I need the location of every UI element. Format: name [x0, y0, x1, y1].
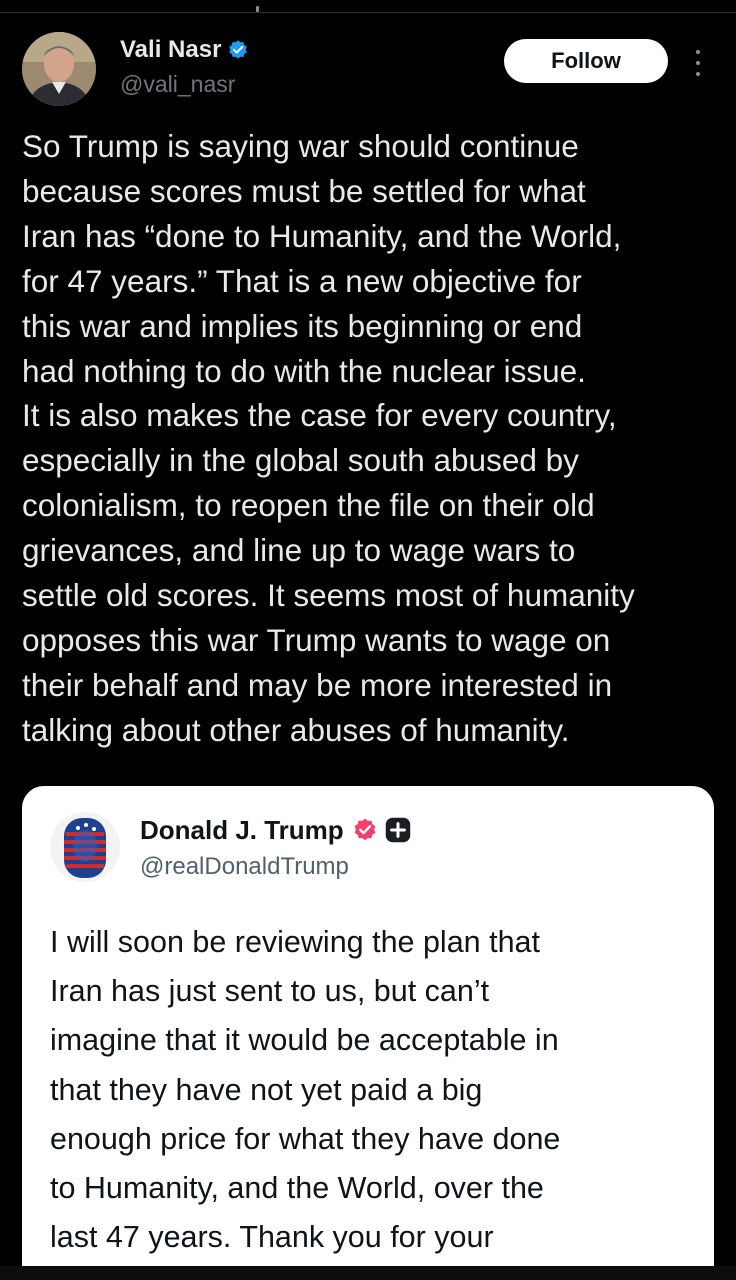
- verified-badge-icon: [229, 40, 248, 59]
- author-handle[interactable]: @vali_nasr: [120, 70, 235, 98]
- more-dot: [696, 50, 700, 54]
- top-divider: [0, 0, 736, 13]
- quoted-author-avatar[interactable]: [50, 812, 120, 882]
- quoted-author-photo: [50, 812, 120, 882]
- quoted-author-handle[interactable]: @realDonaldTrump: [140, 852, 349, 882]
- quoted-author-name-text: Donald J. Trump: [140, 815, 344, 845]
- more-options-icon[interactable]: [688, 46, 708, 80]
- author-photo: [22, 32, 96, 106]
- more-dot: [696, 72, 700, 76]
- author-name-text: Vali Nasr: [120, 36, 222, 63]
- author-name[interactable]: Vali Nasr: [120, 36, 249, 64]
- top-indicator: [256, 6, 259, 12]
- bottom-edge: [0, 1266, 736, 1280]
- verified-badge-icon: [354, 818, 376, 841]
- more-dot: [696, 61, 700, 65]
- author-avatar[interactable]: [22, 32, 96, 106]
- plus-badge-icon: [385, 817, 410, 843]
- follow-button[interactable]: Follow: [504, 39, 668, 83]
- tweet-text: So Trump is saying war should continue b…: [22, 128, 635, 748]
- quoted-post-card[interactable]: Donald J. Trump @realDonaldTrump I will …: [22, 786, 714, 1280]
- quoted-author-name[interactable]: Donald J. Trump: [140, 814, 412, 846]
- quoted-post-text: I will soon be reviewing the plan that I…: [50, 925, 561, 1255]
